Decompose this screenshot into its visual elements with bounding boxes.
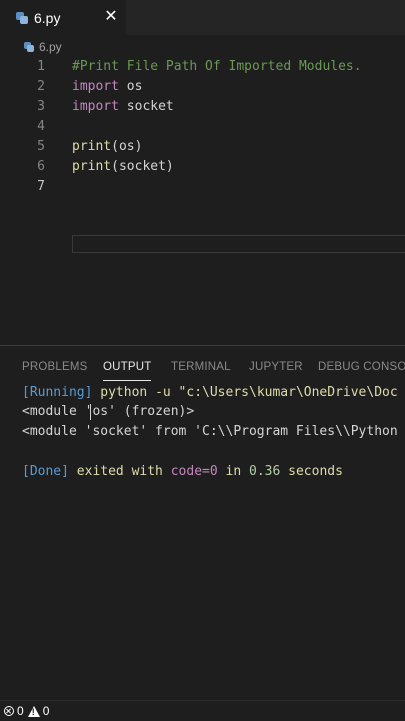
output-line-socket: <module 'socket' from 'C:\\Program Files… <box>22 422 405 442</box>
python-file-icon <box>24 42 34 52</box>
tab-label: 6.py <box>34 9 61 26</box>
code-token: import <box>72 99 119 114</box>
done-tag: [Done] <box>22 464 69 479</box>
output-line-running: [Running] python -u "c:\Users\kumar\OneD… <box>22 383 405 403</box>
code-line[interactable]: 3 import socket <box>0 97 405 117</box>
tab-6py[interactable]: 6.py ✕ <box>0 0 126 35</box>
code-token: print <box>72 139 112 154</box>
done-in: in <box>217 464 249 479</box>
tab-problems[interactable]: PROBLEMS <box>22 356 88 378</box>
warning-count: 0 <box>42 704 50 718</box>
breadcrumb-label: 6.py <box>39 40 62 54</box>
current-line-highlight <box>72 235 405 253</box>
os-output-end: os' (frozen)> <box>92 404 195 419</box>
tab-output[interactable]: OUTPUT <box>103 356 152 381</box>
python-file-icon <box>16 11 28 24</box>
panel-tab-bar: PROBLEMS OUTPUT TERMINAL JUPYTER DEBUG CONSO… <box>0 356 405 381</box>
line-number: 5 <box>37 139 45 154</box>
editor-tab-bar: 6.py ✕ <box>0 0 405 35</box>
line-number: 3 <box>37 99 45 114</box>
output-line-os: <module 'os' (frozen)> <box>22 402 405 422</box>
code-token: print <box>72 159 112 174</box>
code-text: print(socket) <box>72 157 174 177</box>
line-number: 1 <box>37 59 45 74</box>
code-token: socket <box>118 99 174 114</box>
panel-divider <box>0 345 405 346</box>
line-number: 4 <box>37 119 45 134</box>
exit-code: code=0 <box>170 464 218 479</box>
code-token: (socket) <box>111 159 174 174</box>
code-line[interactable]: 6 print(socket) <box>0 157 405 177</box>
output-line-done: [Done] exited with code=0 in 0.36 second… <box>22 462 405 482</box>
code-text: import socket <box>72 97 174 117</box>
tab-terminal[interactable]: TERMINAL <box>171 356 231 378</box>
code-line[interactable]: 5 print(os) <box>0 137 405 157</box>
error-count: 0 <box>17 704 24 718</box>
running-tag: [Running] <box>22 385 93 400</box>
close-icon[interactable]: ✕ <box>102 7 120 27</box>
running-command: python -u "c:\Users\kumar\OneDrive\Doc <box>92 385 398 400</box>
code-token: #Print File Path Of Imported Modules. <box>72 59 362 74</box>
code-text: import os <box>72 77 142 97</box>
code-token: (os) <box>111 139 143 154</box>
socket-output: <module 'socket' from 'C:\\Program Files… <box>22 424 398 439</box>
code-line[interactable]: 7 <box>0 177 405 197</box>
code-text: print(os) <box>72 137 142 157</box>
code-text: #Print File Path Of Imported Modules. <box>72 57 362 77</box>
problems-status[interactable]: 0 0 <box>4 704 49 718</box>
error-icon <box>4 706 14 716</box>
line-number: 7 <box>37 179 45 194</box>
code-token: os <box>118 79 143 94</box>
done-seconds: seconds <box>280 464 343 479</box>
code-line[interactable]: 2 import os <box>0 77 405 97</box>
line-number: 6 <box>37 159 45 174</box>
code-line[interactable]: 4 <box>0 117 405 137</box>
code-token: import <box>72 79 119 94</box>
elapsed-time: 0.36 <box>249 464 281 479</box>
done-text: exited with <box>68 464 171 479</box>
status-bar: 0 0 <box>0 700 405 721</box>
warning-icon <box>27 705 40 717</box>
breadcrumb[interactable]: 6.py <box>0 38 405 56</box>
tab-debug-console[interactable]: DEBUG CONSOLE <box>318 356 405 378</box>
code-editor[interactable]: 1 #Print File Path Of Imported Modules. 2 i… <box>0 57 405 337</box>
line-number: 2 <box>37 79 45 94</box>
code-line[interactable]: 1 #Print File Path Of Imported Modules. <box>0 57 405 77</box>
tab-jupyter[interactable]: JUPYTER <box>249 356 303 378</box>
os-output-start: <module ' <box>22 404 93 419</box>
